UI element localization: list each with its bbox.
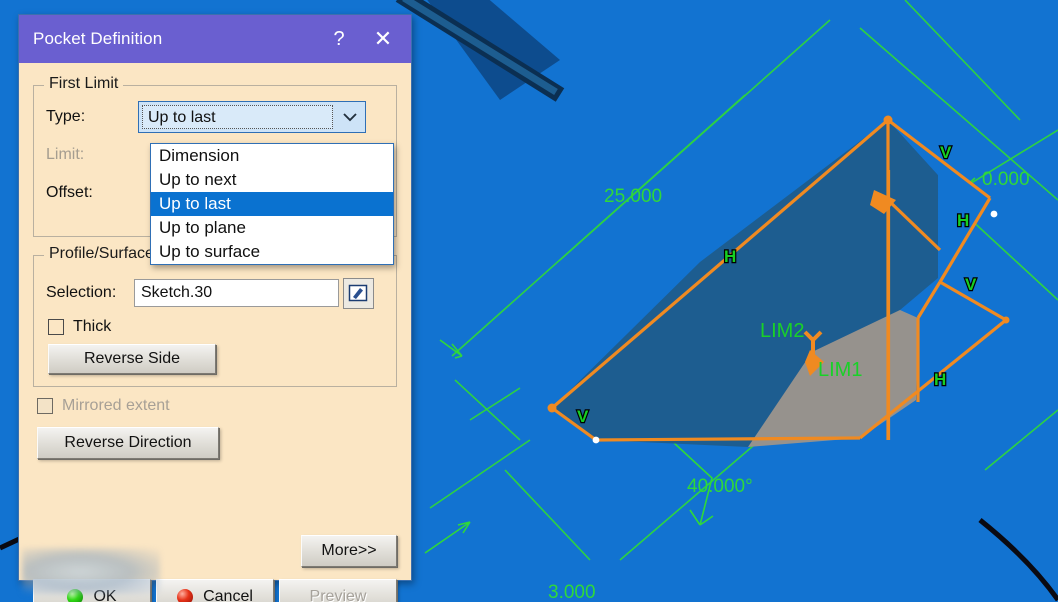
- close-icon[interactable]: ✕: [361, 17, 405, 61]
- more-button[interactable]: More>>: [301, 535, 397, 567]
- selection-input[interactable]: Sketch.30: [134, 279, 339, 307]
- type-combobox[interactable]: Up to last: [138, 101, 366, 133]
- mirrored-extent-checkbox: [37, 398, 53, 414]
- pocket-definition-dialog: Pocket Definition ? ✕ First Limit Type: …: [18, 14, 412, 602]
- constraint-h-3: H: [934, 370, 946, 389]
- thick-checkbox-row[interactable]: Thick: [48, 318, 384, 336]
- ok-green-ball-icon: [67, 589, 84, 602]
- dropdown-option-4[interactable]: Up to surface: [151, 240, 393, 264]
- dropdown-option-0[interactable]: Dimension: [151, 144, 393, 168]
- profile-surface-title: Profile/Surface: [44, 245, 159, 263]
- limit-label: Limit:: [46, 146, 85, 163]
- dialog-title: Pocket Definition: [33, 29, 163, 48]
- selection-label: Selection:: [46, 284, 117, 301]
- dimension-40deg-label: 40.000°: [687, 476, 753, 497]
- type-dropdown-list[interactable]: Dimension Up to next Up to last Up to plane…: [150, 143, 394, 265]
- first-limit-title: First Limit: [44, 75, 124, 93]
- dimension-3-label: 3.000: [548, 582, 596, 602]
- type-label: Type:: [46, 108, 86, 125]
- constraint-v-2: V: [965, 275, 977, 294]
- screen-root: 25.000 0.000 40.000° 3.000 LIM2 LIM1 V H…: [0, 0, 1058, 602]
- mirrored-extent-label: Mirrored extent: [62, 397, 170, 414]
- dialog-footer: OK Cancel Preview: [33, 579, 397, 602]
- profile-surface-group: Profile/Surface Selection: Sketch.30 Thi…: [33, 245, 397, 387]
- cancel-button[interactable]: Cancel: [156, 579, 274, 602]
- cancel-red-ball-icon: [177, 589, 194, 602]
- preview-button: Preview: [279, 579, 397, 602]
- constraint-v-1: V: [940, 143, 952, 162]
- limit-label-lim2: LIM2: [760, 320, 804, 342]
- extent-area: Mirrored extent Reverse Direction: [35, 397, 397, 459]
- chevron-down-icon[interactable]: [335, 110, 365, 125]
- dropdown-option-3[interactable]: Up to plane: [151, 216, 393, 240]
- reverse-side-button[interactable]: Reverse Side: [48, 344, 216, 374]
- thick-label: Thick: [73, 318, 112, 335]
- thick-checkbox[interactable]: [48, 319, 64, 335]
- more-button-wrap: More>>: [301, 535, 397, 567]
- help-button[interactable]: ?: [317, 17, 361, 61]
- dimension-25-label: 25.000: [604, 186, 662, 207]
- type-row: Type: Up to last: [46, 100, 384, 134]
- dimension-0-label: 0.000: [982, 169, 1030, 190]
- ok-label: OK: [93, 588, 117, 602]
- dialog-body: First Limit Type: Up to last Limit: Offs…: [19, 63, 411, 602]
- dialog-titlebar[interactable]: Pocket Definition ? ✕: [19, 15, 411, 63]
- ok-button[interactable]: OK: [33, 579, 151, 602]
- offset-label: Offset:: [46, 184, 93, 201]
- reference-point-left: [592, 436, 600, 444]
- dropdown-option-1[interactable]: Up to next: [151, 168, 393, 192]
- mirrored-extent-row: Mirrored extent: [37, 397, 397, 415]
- sketch-edit-icon[interactable]: [343, 277, 374, 309]
- reverse-direction-button[interactable]: Reverse Direction: [37, 427, 219, 459]
- constraint-v-3: V: [577, 407, 589, 426]
- limit-label-lim1: LIM1: [818, 359, 862, 381]
- dropdown-option-2[interactable]: Up to last: [151, 192, 393, 216]
- constraint-h-1: H: [957, 211, 969, 230]
- cancel-label: Cancel: [203, 588, 253, 602]
- reference-point-right: [990, 210, 998, 218]
- type-combobox-value: Up to last: [142, 105, 333, 129]
- selection-row: Selection: Sketch.30: [46, 276, 384, 310]
- constraint-h-2: H: [724, 247, 736, 266]
